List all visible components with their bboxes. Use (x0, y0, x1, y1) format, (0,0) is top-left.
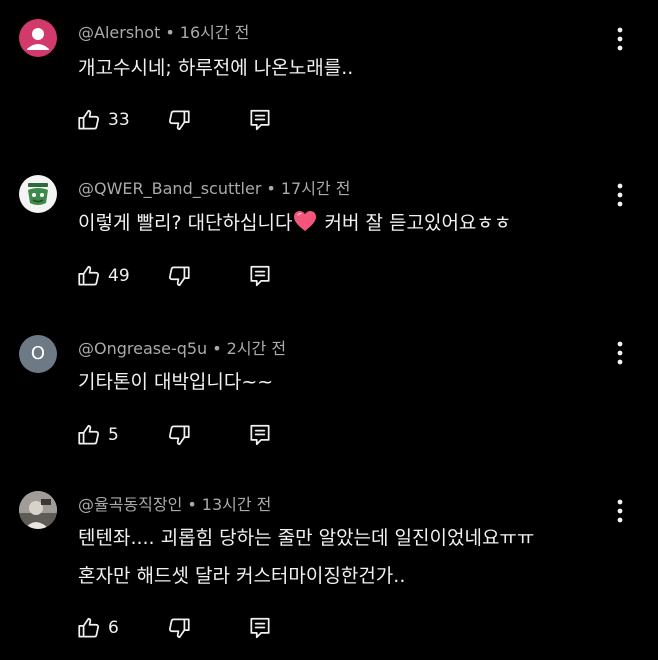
comment-text: 개고수시네; 하루전에 나온노래를.. (78, 52, 353, 84)
thumbs-up-icon (78, 109, 100, 130)
dislike-button[interactable] (166, 263, 192, 289)
comment-line: 혼자만 해드셋 달라 커스터마이징한건가.. (78, 565, 406, 587)
comment-menu-button[interactable] (608, 25, 632, 53)
band-logo-icon (28, 183, 48, 205)
comment-meta: @QWER_Band_scuttler • 17시간 전 (78, 179, 350, 199)
comment-line: 텐텐좌.... 괴롭힘 당하는 줄만 알았는데 일진이었네요ㅠㅠ (78, 527, 535, 549)
like-count: 49 (108, 266, 130, 286)
thumbs-down-icon (168, 618, 190, 639)
like-count: 33 (108, 110, 130, 130)
author-handle[interactable]: @Ongrease-q5u (78, 339, 207, 358)
thumbs-down-icon (168, 425, 190, 446)
reply-icon (250, 109, 270, 131)
like-button[interactable]: 5 (76, 422, 119, 448)
like-count: 6 (108, 618, 119, 638)
like-count: 5 (108, 425, 119, 445)
heart-emoji-icon (294, 211, 317, 231)
author-handle[interactable]: @율곡동직장인 (78, 495, 182, 514)
reply-icon (250, 424, 270, 446)
thumbs-up-icon (78, 265, 100, 286)
more-vertical-icon (617, 341, 623, 365)
thumbs-down-icon (168, 266, 190, 287)
meta-separator: • (165, 23, 175, 42)
comment-line: 기타톤이 대박입니다~~ (78, 371, 274, 393)
dislike-button[interactable] (166, 107, 192, 133)
author-handle[interactable]: @QWER_Band_scuttler (78, 179, 261, 198)
comment-meta: @Alershot • 16시간 전 (78, 23, 249, 43)
reply-icon (250, 265, 270, 287)
comment-menu-button[interactable] (608, 339, 632, 367)
comment-time[interactable]: 16시간 전 (180, 23, 250, 42)
avatar[interactable] (19, 175, 57, 213)
default-person-icon (27, 28, 49, 50)
comment-text: 이렇게 빨리? 대단하십니다 커버 잘 듣고있어요ㅎㅎ (78, 207, 511, 239)
thumbs-up-icon (78, 424, 100, 445)
thumbs-down-icon (168, 110, 190, 131)
comment-text-part: 커버 잘 듣고있어요ㅎㅎ (318, 212, 512, 234)
comment-text: 기타톤이 대박입니다~~ (78, 366, 273, 398)
comment-meta: @율곡동직장인 • 13시간 전 (78, 495, 271, 515)
reply-icon (250, 617, 270, 639)
more-vertical-icon (617, 499, 623, 523)
reply-button[interactable] (247, 422, 273, 448)
like-button[interactable]: 33 (76, 107, 130, 133)
avatar[interactable] (19, 19, 57, 57)
user-photo-icon (19, 491, 57, 529)
comment-menu-button[interactable] (608, 497, 632, 525)
comment-time[interactable]: 2시간 전 (227, 339, 286, 358)
reply-button[interactable] (247, 263, 273, 289)
comment-text: 텐텐좌.... 괴롭힘 당하는 줄만 알았는데 일진이었네요ㅠㅠ 혼자만 해드셋… (78, 522, 534, 592)
thumbs-up-icon (78, 617, 100, 638)
comment-meta: @Ongrease-q5u • 2시간 전 (78, 339, 286, 359)
reply-button[interactable] (247, 615, 273, 641)
meta-separator: • (266, 179, 276, 198)
meta-separator: • (187, 495, 197, 514)
avatar[interactable]: O (19, 335, 57, 373)
comment-time[interactable]: 17시간 전 (281, 179, 351, 198)
more-vertical-icon (617, 183, 623, 207)
avatar-letter: O (30, 343, 46, 364)
avatar[interactable] (19, 491, 57, 529)
more-vertical-icon (617, 27, 623, 51)
like-button[interactable]: 6 (76, 615, 119, 641)
meta-separator: • (212, 339, 222, 358)
comment-text-part: 이렇게 빨리? 대단하십니다 (78, 212, 293, 234)
comment-menu-button[interactable] (608, 181, 632, 209)
comment-line: 개고수시네; 하루전에 나온노래를.. (78, 57, 354, 79)
reply-button[interactable] (247, 107, 273, 133)
like-button[interactable]: 49 (76, 263, 130, 289)
comment-time[interactable]: 13시간 전 (202, 495, 272, 514)
dislike-button[interactable] (166, 422, 192, 448)
author-handle[interactable]: @Alershot (78, 23, 160, 42)
dislike-button[interactable] (166, 615, 192, 641)
